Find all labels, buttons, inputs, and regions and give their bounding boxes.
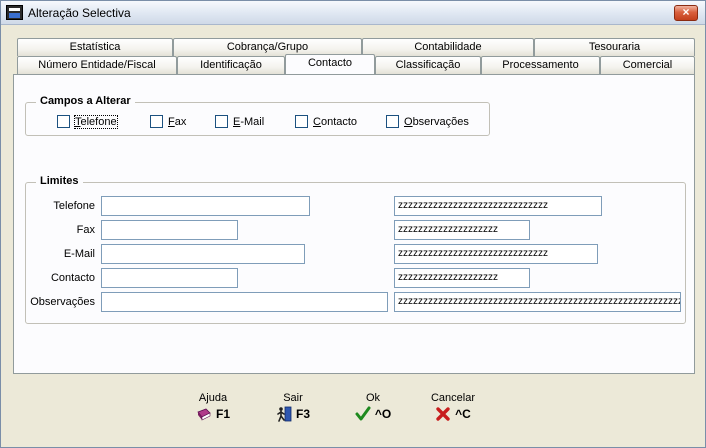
- email-to-input[interactable]: zzzzzzzzzzzzzzzzzzzzzzzzzzzzzz: [394, 244, 598, 264]
- green-check-icon: [355, 406, 371, 421]
- tab-estatistica[interactable]: Estatística: [17, 38, 173, 56]
- app-icon: [6, 5, 23, 20]
- checkbox-box[interactable]: [57, 115, 70, 128]
- contacto-to-input[interactable]: zzzzzzzzzzzzzzzzzzzz: [394, 268, 530, 288]
- telefone-from-input[interactable]: [101, 196, 310, 216]
- tab-contabilidade[interactable]: Contabilidade: [362, 38, 534, 56]
- app-window: Alteração Selectiva × Estatística Cobran…: [0, 0, 706, 448]
- tab-contacto[interactable]: Contacto: [285, 54, 375, 74]
- label-telefone: Telefone: [53, 200, 95, 212]
- checkbox-observacoes[interactable]: Observações: [386, 115, 469, 128]
- campos-a-alterar-title: Campos a Alterar: [36, 95, 135, 107]
- window-title: Alteração Selectiva: [28, 6, 131, 20]
- limites-title: Limites: [36, 175, 83, 187]
- book-icon: [197, 408, 211, 421]
- fax-from-input[interactable]: [101, 220, 238, 240]
- label-fax: Fax: [76, 224, 95, 236]
- observacoes-to-input[interactable]: zzzzzzzzzzzzzzzzzzzzzzzzzzzzzzzzzzzzzzzz…: [394, 292, 681, 312]
- checkbox-email[interactable]: E-Mail: [215, 115, 264, 128]
- title-bar: Alteração Selectiva ×: [1, 1, 705, 25]
- checkbox-label: Telefone: [74, 114, 118, 129]
- tab-processamento[interactable]: Processamento: [481, 56, 600, 74]
- ok-button[interactable]: Ok ^O: [343, 392, 403, 422]
- cancelar-button[interactable]: Cancelar ^C: [423, 392, 483, 422]
- checkbox-box[interactable]: [295, 115, 308, 128]
- email-from-input[interactable]: [101, 244, 305, 264]
- ajuda-button[interactable]: Ajuda F1: [183, 392, 243, 422]
- checkbox-label: Contacto: [313, 115, 358, 128]
- tab-identificacao[interactable]: Identificação: [177, 56, 285, 74]
- limites-group: Limites Telefone zzzzzzzzzzzzzzzzzzzzzzz…: [25, 175, 686, 324]
- checkbox-telefone[interactable]: Telefone: [57, 114, 118, 129]
- close-button[interactable]: ×: [674, 5, 698, 21]
- contacto-from-input[interactable]: [101, 268, 238, 288]
- tab-classificacao[interactable]: Classificação: [375, 56, 481, 74]
- checkbox-label: Observações: [404, 115, 469, 128]
- checkbox-box[interactable]: [215, 115, 228, 128]
- label-contacto: Contacto: [50, 272, 95, 284]
- fax-to-input[interactable]: zzzzzzzzzzzzzzzzzzzz: [394, 220, 530, 240]
- checkbox-fax[interactable]: Fax: [150, 115, 186, 128]
- label-email: E-Mail: [63, 248, 95, 260]
- telefone-to-input[interactable]: zzzzzzzzzzzzzzzzzzzzzzzzzzzzzz: [394, 196, 602, 216]
- checkbox-box[interactable]: [150, 115, 163, 128]
- checkbox-contacto[interactable]: Contacto: [295, 115, 357, 128]
- tab-comercial[interactable]: Comercial: [600, 56, 695, 74]
- campos-a-alterar-group: Campos a Alterar Telefone Fax E-Mail Con…: [25, 95, 490, 136]
- checkbox-box[interactable]: [386, 115, 399, 128]
- sair-button[interactable]: Sair F3: [263, 392, 323, 422]
- tab-tesouraria[interactable]: Tesouraria: [534, 38, 695, 56]
- red-x-icon: [436, 407, 450, 421]
- tab-panel-contacto: Campos a Alterar Telefone Fax E-Mail Con…: [13, 74, 695, 374]
- label-observacoes: Observações: [30, 296, 95, 308]
- checkbox-label: Fax: [168, 115, 187, 128]
- checkbox-label: E-Mail: [233, 115, 265, 128]
- exit-door-icon: [277, 406, 292, 422]
- observacoes-from-input[interactable]: [101, 292, 388, 312]
- tab-numero-entidade-fiscal[interactable]: Número Entidade/Fiscal: [17, 56, 177, 74]
